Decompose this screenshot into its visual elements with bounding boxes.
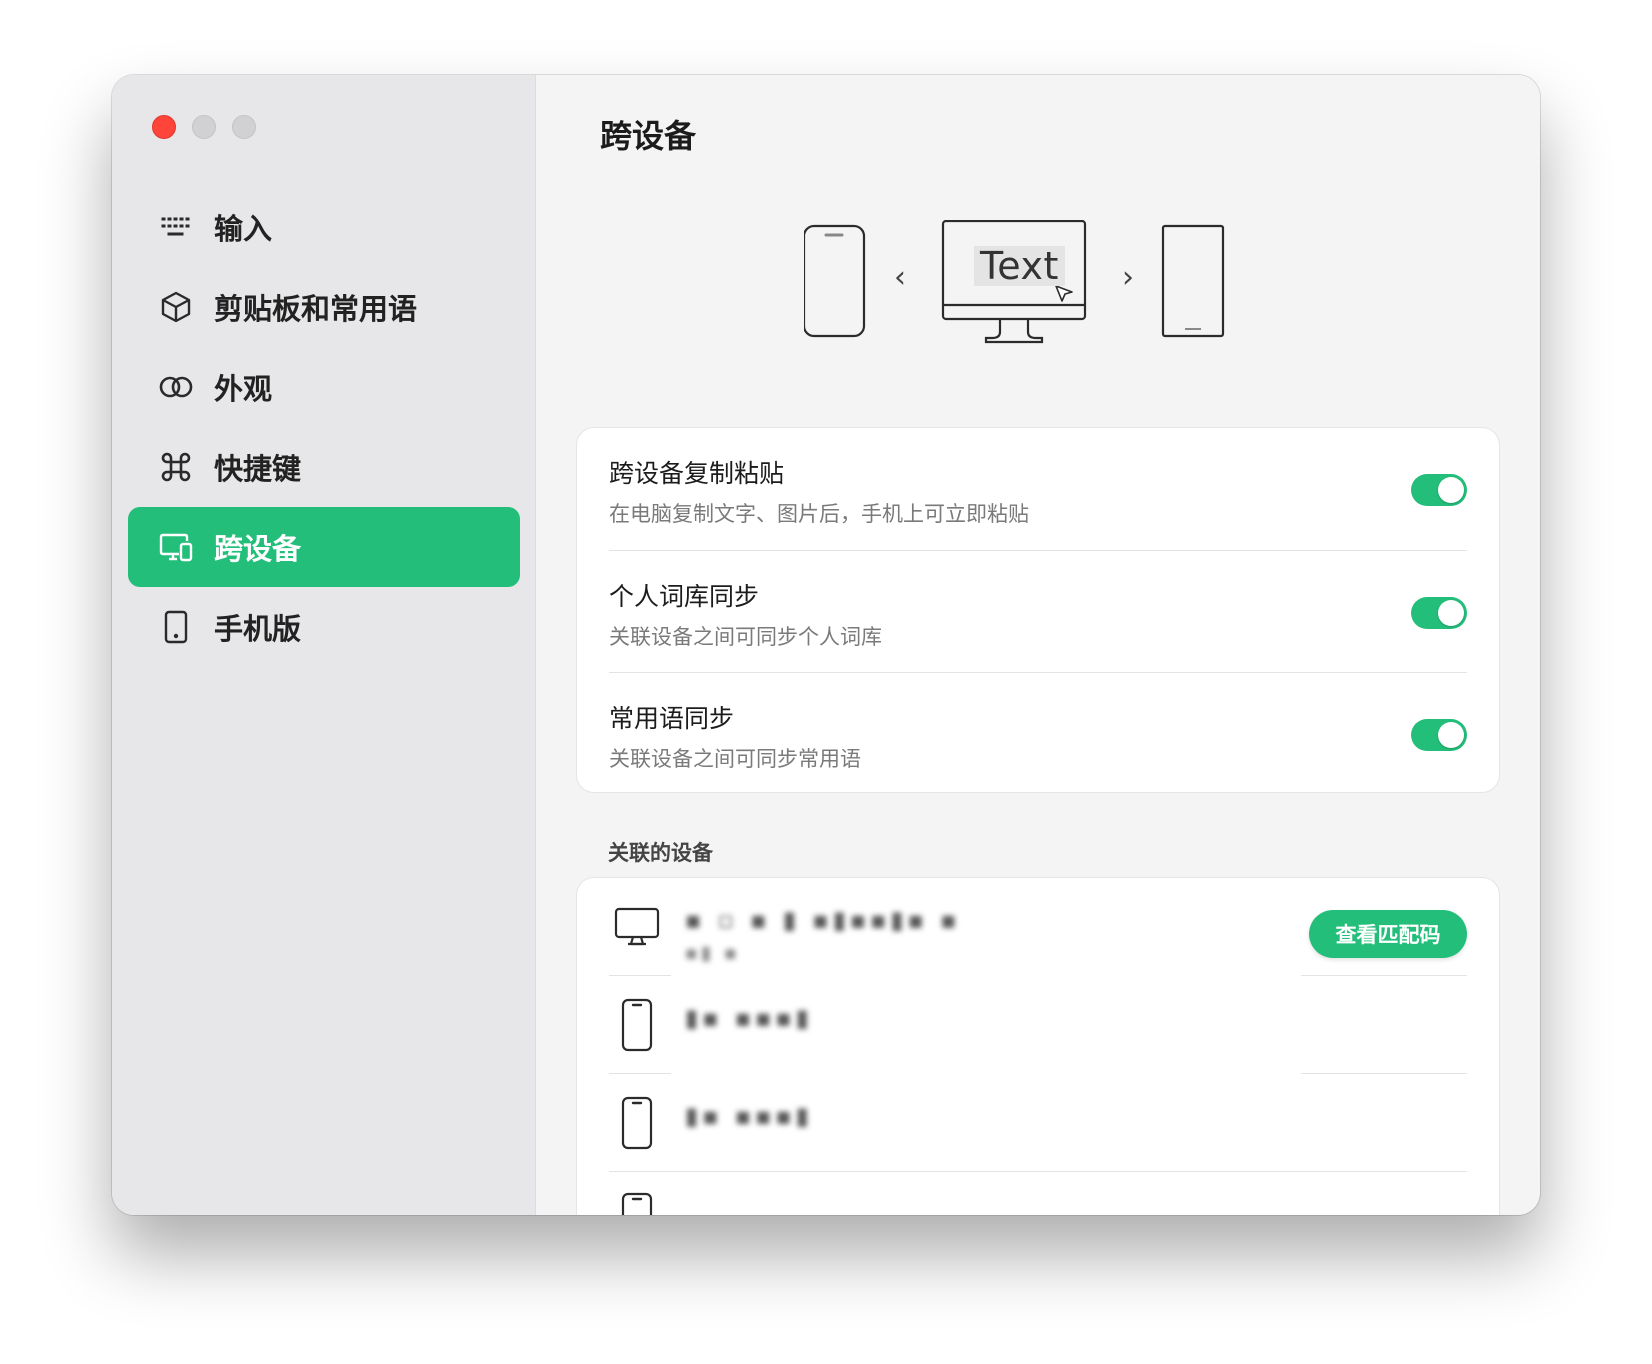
clipboard-sync-toggle[interactable]: [1411, 474, 1467, 506]
command-icon: [158, 449, 194, 485]
window-controls: [152, 115, 256, 139]
sidebar-item-label: 跨设备: [214, 532, 302, 566]
setting-row-dictionary-sync: 个人词库同步 关联设备之间可同步个人词库: [609, 550, 1467, 672]
setting-description: 关联设备之间可同步个人词库: [609, 625, 882, 649]
setting-row-phrases-sync: 常用语同步 关联设备之间可同步常用语: [609, 672, 1467, 794]
devices-icon: [158, 529, 194, 565]
close-window-button[interactable]: [152, 115, 176, 139]
sync-settings-card: 跨设备复制粘贴 在电脑复制文字、图片后，手机上可立即粘贴 个人词库同步 关联设备…: [576, 427, 1500, 793]
sidebar-item-cross-device[interactable]: 跨设备: [128, 507, 520, 587]
phrases-sync-toggle[interactable]: [1411, 719, 1467, 751]
phone-icon: [613, 1192, 661, 1215]
setting-title: 跨设备复制粘贴: [609, 459, 785, 488]
view-match-code-button[interactable]: 查看匹配码: [1309, 910, 1467, 958]
toggle-knob: [1438, 600, 1464, 626]
sidebar-item-label: 外观: [214, 372, 273, 406]
chevron-right-icon: ›: [1122, 260, 1134, 295]
cube-icon: [158, 289, 194, 325]
device-name: ▪ ▫ ▪ ▮ ▪▮▪▪▮▪ ▪: [685, 906, 961, 934]
keyboard-icon: [158, 209, 194, 245]
setting-title: 个人词库同步: [609, 582, 760, 611]
toggle-knob: [1438, 722, 1464, 748]
sidebar-item-appearance[interactable]: 外观: [128, 347, 520, 427]
page-title: 跨设备: [600, 117, 697, 155]
rings-icon: [158, 369, 194, 405]
sidebar-item-shortcuts[interactable]: 快捷键: [128, 427, 520, 507]
sidebar: 输入 剪贴板和常用语 外观 快捷键 跨设备 手机版: [112, 75, 536, 1215]
phone-icon: [158, 609, 194, 645]
sidebar-item-label: 输入: [214, 212, 273, 246]
settings-window: 输入 剪贴板和常用语 外观 快捷键 跨设备 手机版 跨设备 Text ‹ › 跨…: [112, 75, 1540, 1215]
device-row-partial: [577, 1172, 1499, 1215]
sidebar-item-label: 快捷键: [214, 452, 302, 486]
setting-description: 在电脑复制文字、图片后，手机上可立即粘贴: [609, 502, 1029, 526]
device-name: ▮▪ ▪▪▪▮: [685, 1102, 813, 1130]
setting-row-clipboard-sync: 跨设备复制粘贴 在电脑复制文字、图片后，手机上可立即粘贴: [609, 428, 1467, 550]
dictionary-sync-toggle[interactable]: [1411, 597, 1467, 629]
linked-devices-heading: 关联的设备: [608, 841, 713, 865]
setting-description: 关联设备之间可同步常用语: [609, 747, 861, 771]
desktop-icon: [613, 898, 661, 956]
sidebar-item-label: 手机版: [214, 612, 302, 646]
chevron-left-icon: ‹: [894, 260, 906, 295]
phone-icon: [613, 1094, 661, 1152]
main-panel: 跨设备 Text ‹ › 跨设备复制粘贴 在电脑复制文字、图片后，手机上可立即粘…: [536, 75, 1540, 1215]
cross-device-illustration: Text ‹ ›: [802, 219, 1244, 350]
device-row: ▮▪ ▪▪▪▮: [577, 1074, 1499, 1172]
setting-title: 常用语同步: [609, 704, 735, 733]
device-row: ▪ ▫ ▪ ▮ ▪▮▪▪▮▪ ▪ ▪▮ ▪ 查看匹配码: [577, 878, 1499, 976]
toggle-knob: [1438, 477, 1464, 503]
device-subtitle: ▪▮ ▪: [685, 942, 740, 964]
phone-icon: [613, 996, 661, 1054]
maximize-window-button[interactable]: [232, 115, 256, 139]
sidebar-item-mobile[interactable]: 手机版: [128, 587, 520, 667]
minimize-window-button[interactable]: [192, 115, 216, 139]
linked-devices-card: ▪ ▫ ▪ ▮ ▪▮▪▪▮▪ ▪ ▪▮ ▪ 查看匹配码 ▮▪ ▪▪▪▮ ▮▪ ▪…: [576, 877, 1500, 1215]
sidebar-item-label: 剪贴板和常用语: [214, 292, 418, 326]
illustration-text: Text: [974, 246, 1065, 286]
sidebar-item-input[interactable]: 输入: [128, 187, 520, 267]
sidebar-nav: 输入 剪贴板和常用语 外观 快捷键 跨设备 手机版: [128, 187, 520, 667]
device-row: ▮▪ ▪▪▪▮: [577, 976, 1499, 1074]
sidebar-item-clipboard[interactable]: 剪贴板和常用语: [128, 267, 520, 347]
device-name: ▮▪ ▪▪▪▮: [685, 1004, 813, 1032]
